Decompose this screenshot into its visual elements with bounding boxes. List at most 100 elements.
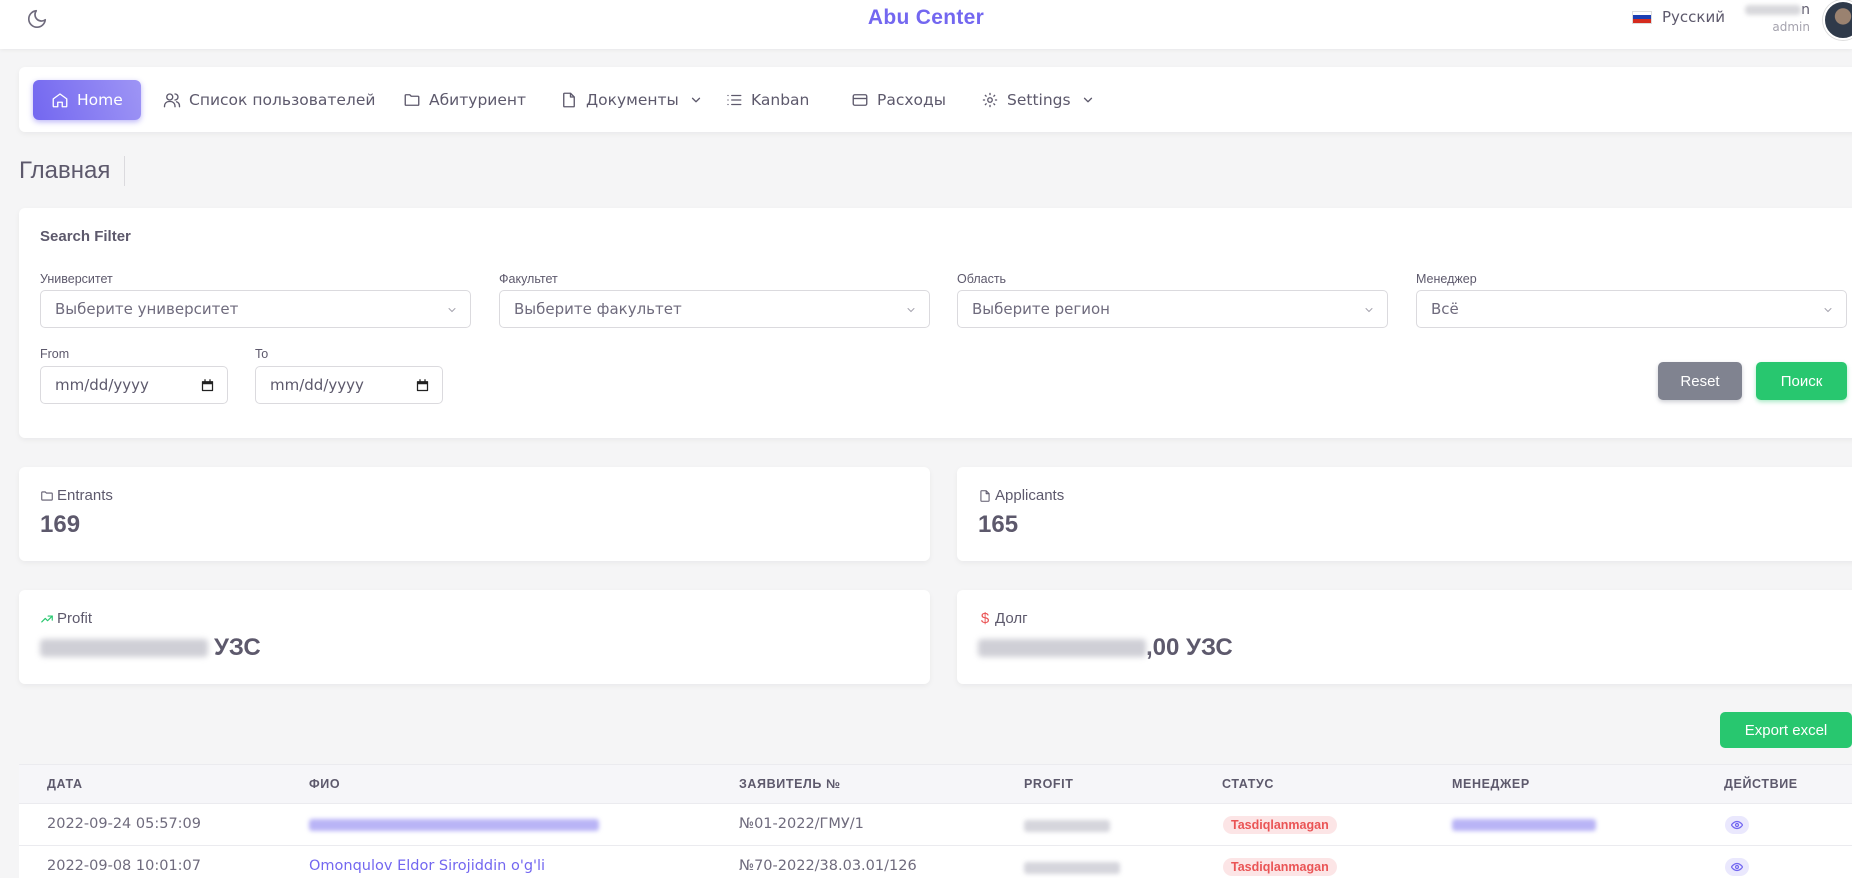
- redacted-profit: [1024, 820, 1110, 832]
- to-label: To: [255, 347, 269, 361]
- applicants-label: Applicants: [978, 487, 1064, 504]
- nav-expenses-label: Расходы: [877, 91, 946, 109]
- user-info[interactable]: n admin: [1740, 2, 1810, 34]
- debt-card: $ Долг ,00 УЗС: [957, 590, 1852, 684]
- language-switcher[interactable]: Русский: [1632, 8, 1725, 26]
- reset-button[interactable]: Reset: [1658, 362, 1742, 400]
- th-fio[interactable]: ФИО: [309, 777, 340, 791]
- users-icon: [163, 93, 181, 108]
- dollar-icon: $: [980, 610, 990, 627]
- th-applicant-no[interactable]: ЗАЯВИТЕЛЬ №: [739, 777, 841, 791]
- faculty-placeholder: Выберите факультет: [514, 300, 682, 318]
- th-date[interactable]: ДАТА: [47, 777, 83, 791]
- credit-card-icon: [852, 94, 868, 106]
- applicants-value: 165: [978, 511, 1019, 538]
- th-manager[interactable]: МЕНЕДЖЕР: [1452, 777, 1530, 791]
- language-label: Русский: [1662, 8, 1725, 26]
- nav-settings-label: Settings: [1007, 91, 1071, 109]
- university-label: Университет: [40, 272, 113, 286]
- chevron-down-icon: [1083, 97, 1092, 103]
- entrants-value: 169: [40, 511, 81, 538]
- debt-value: ,00 УЗС: [978, 634, 1233, 662]
- user-name: n: [1740, 2, 1810, 18]
- from-date-input[interactable]: mm/dd/yyyy: [40, 366, 228, 404]
- status-badge: Tasdiqlanmagan: [1223, 816, 1337, 834]
- region-placeholder: Выберите регион: [972, 300, 1110, 318]
- table-row: 2022-09-24 05:57:09 №01-2022/ГМУ/1 Tasdi…: [19, 804, 1852, 846]
- nav-users[interactable]: Список пользователей: [163, 80, 375, 120]
- profit-label: Profit: [40, 610, 92, 627]
- eye-icon: [1731, 820, 1743, 830]
- filter-title: Search Filter: [40, 228, 131, 245]
- nav-documents[interactable]: Документы: [560, 80, 703, 120]
- table-header: ДАТА ФИО ЗАЯВИТЕЛЬ № PROFIT СТАТУС МЕНЕД…: [19, 764, 1852, 804]
- nav-kanban-label: Kanban: [751, 91, 810, 109]
- row-fio-link[interactable]: Omonqulov Eldor Sirojiddin o'g'li: [309, 858, 545, 874]
- chevron-down-icon: [1365, 308, 1373, 313]
- manager-value: Всё: [1431, 300, 1459, 318]
- faculty-label: Факультет: [499, 272, 558, 286]
- nav-documents-label: Документы: [586, 91, 679, 109]
- export-excel-button[interactable]: Export excel: [1720, 712, 1852, 748]
- to-date-input[interactable]: mm/dd/yyyy: [255, 366, 443, 404]
- table-row: 2022-09-08 10:01:07 Omonqulov Eldor Siro…: [19, 846, 1852, 878]
- manager-select[interactable]: Всё: [1416, 290, 1847, 328]
- chevron-down-icon: [907, 308, 915, 313]
- university-placeholder: Выберите университет: [55, 300, 239, 318]
- russia-flag-icon: [1632, 10, 1652, 24]
- main-nav: Home Список пользователей Абитуриент Док…: [19, 67, 1852, 132]
- calendar-icon[interactable]: [415, 378, 430, 393]
- from-label: From: [40, 347, 70, 361]
- from-placeholder: mm/dd/yyyy: [55, 376, 149, 394]
- gear-icon: [982, 92, 998, 108]
- entrants-label: Entrants: [40, 487, 113, 504]
- eye-icon: [1731, 862, 1743, 872]
- home-icon: [52, 93, 68, 108]
- redacted-manager[interactable]: [1452, 819, 1596, 831]
- file-icon: [563, 92, 575, 108]
- nav-abiturient[interactable]: Абитуриент: [403, 80, 526, 120]
- region-select[interactable]: Выберите регион: [957, 290, 1388, 328]
- redacted-name[interactable]: [309, 819, 599, 831]
- calendar-icon[interactable]: [200, 378, 215, 393]
- th-status[interactable]: СТАТУС: [1222, 777, 1274, 791]
- view-button[interactable]: [1725, 858, 1749, 876]
- applicants-card: Applicants 165: [957, 467, 1852, 561]
- search-button[interactable]: Поиск: [1756, 362, 1847, 400]
- search-filter-card: Search Filter Университет Выберите униве…: [19, 208, 1852, 438]
- list-icon: [727, 94, 742, 106]
- profit-value: УЗС: [40, 634, 261, 662]
- chevron-down-icon: [1824, 308, 1832, 313]
- top-bar: Abu Center Русский n admin: [0, 0, 1852, 49]
- th-profit[interactable]: PROFIT: [1024, 777, 1073, 791]
- folder-icon: [404, 94, 420, 106]
- brand-title[interactable]: Abu Center: [0, 6, 1852, 30]
- university-select[interactable]: Выберите университет: [40, 290, 471, 328]
- nav-home[interactable]: Home: [33, 80, 141, 120]
- row-date: 2022-09-08 10:01:07: [47, 858, 201, 874]
- manager-label: Менеджер: [1416, 272, 1477, 286]
- faculty-select[interactable]: Выберите факультет: [499, 290, 930, 328]
- nav-expenses[interactable]: Расходы: [851, 80, 946, 120]
- chevron-down-icon: [691, 97, 700, 103]
- entrants-card: Entrants 169: [19, 467, 930, 561]
- file-icon: [980, 489, 990, 502]
- nav-users-label: Список пользователей: [189, 91, 376, 109]
- row-applicant-no: №70-2022/38.03.01/126: [739, 858, 917, 874]
- to-placeholder: mm/dd/yyyy: [270, 376, 364, 394]
- folder-icon: [41, 490, 53, 501]
- page-title: Главная: [19, 156, 126, 186]
- row-date: 2022-09-24 05:57:09: [47, 816, 201, 832]
- trending-up-icon: [41, 615, 53, 622]
- chevron-down-icon: [448, 308, 456, 313]
- user-role: admin: [1772, 20, 1810, 34]
- status-badge: Tasdiqlanmagan: [1223, 858, 1337, 876]
- redacted-profit: [1024, 862, 1120, 874]
- nav-kanban[interactable]: Kanban: [725, 80, 809, 120]
- nav-settings[interactable]: Settings: [981, 80, 1095, 120]
- redacted-amount: [978, 639, 1146, 657]
- debt-label: $ Долг: [978, 610, 1028, 627]
- nav-abiturient-label: Абитуриент: [429, 91, 527, 109]
- avatar[interactable]: [1823, 0, 1852, 40]
- view-button[interactable]: [1725, 816, 1749, 834]
